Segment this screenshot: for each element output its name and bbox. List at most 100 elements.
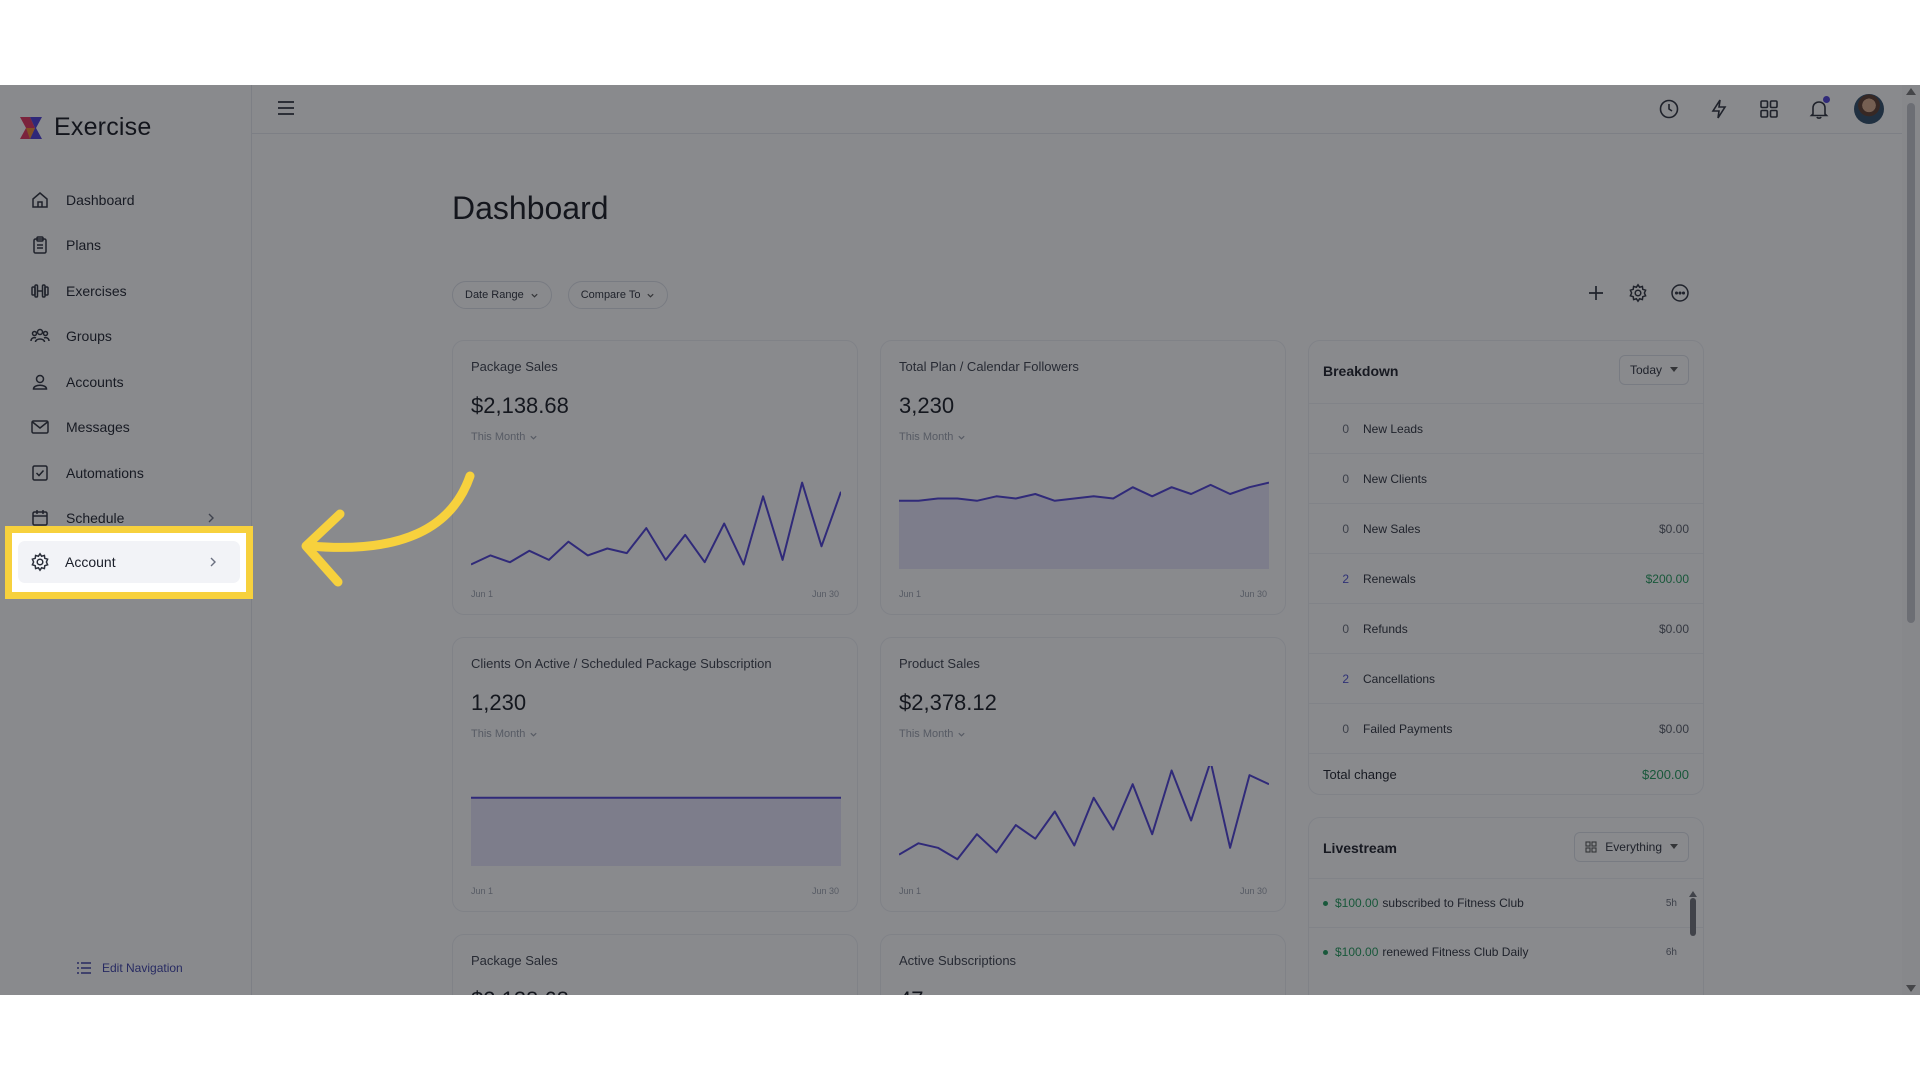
date-range-label: Date Range [465, 289, 524, 301]
sidebar-item-plans[interactable]: Plans [0, 223, 252, 269]
sidebar-nav: Dashboard Plans Exercises Groups Account… [0, 177, 252, 541]
edit-navigation-label: Edit Navigation [102, 961, 183, 975]
x-axis-start-label: Jun 1 [899, 886, 922, 896]
caret-down-icon [1670, 844, 1678, 849]
livestream-item[interactable]: $100.00 subscribed to Fitness Club 5h [1309, 878, 1703, 927]
row-label: Renewals [1363, 571, 1416, 586]
livestream-panel: Livestream Everything $100.00 subscribed… [1308, 817, 1704, 995]
stat-card[interactable]: Product Sales $2,378.12 This Month Jun 1… [880, 637, 1286, 912]
card-value: $2,138.68 [471, 393, 569, 418]
scroll-up-icon [1689, 891, 1697, 897]
breakdown-row[interactable]: 2 Renewals $200.00 [1309, 553, 1703, 603]
breakdown-row[interactable]: 0 Failed Payments $0.00 [1309, 703, 1703, 753]
sidebar-item-groups[interactable]: Groups [0, 314, 252, 360]
quick-actions-button[interactable] [1704, 94, 1734, 124]
dashboard-settings-button[interactable] [1628, 283, 1648, 308]
sidebar-item-automations[interactable]: Automations [0, 450, 252, 496]
row-count: 0 [1342, 421, 1349, 436]
livestream-item[interactable]: $100.00 renewed Fitness Club Daily 6h [1309, 927, 1703, 976]
sparkline-chart [471, 481, 841, 566]
lightning-icon [1711, 99, 1727, 119]
sidebar-item-dashboard[interactable]: Dashboard [0, 177, 252, 223]
user-icon [32, 374, 48, 390]
card-period-selector[interactable]: This Month [899, 728, 966, 740]
livestream-scroll-thumb[interactable] [1690, 898, 1696, 936]
card-period-label: This Month [899, 728, 954, 740]
breakdown-row[interactable]: 0 New Sales $0.00 [1309, 503, 1703, 553]
chevron-down-icon [958, 732, 966, 737]
card-period-selector[interactable]: This Month [471, 728, 538, 740]
x-axis-end-label: Jun 30 [811, 589, 839, 599]
compare-to-filter[interactable]: Compare To [567, 281, 669, 309]
card-period-label: This Month [471, 431, 526, 443]
clipboard-icon [33, 236, 47, 254]
card-value: $2,378.12 [899, 690, 997, 715]
exercise-logo-icon [20, 116, 42, 139]
more-options-button[interactable] [1670, 283, 1690, 308]
compare-to-label: Compare To [580, 289, 641, 301]
chevron-down-icon [958, 435, 966, 440]
card-title: Package Sales [471, 953, 558, 968]
scroll-up-arrow[interactable] [1906, 88, 1916, 95]
chevron-right-icon [208, 513, 214, 522]
user-menu-button[interactable] [1854, 94, 1884, 124]
stat-card[interactable]: Active Subscriptions 47 [880, 934, 1286, 995]
area-chart [471, 796, 841, 866]
notifications-button[interactable] [1804, 94, 1834, 124]
sidebar-item-label: Accounts [66, 373, 124, 390]
sidebar-item-exercises[interactable]: Exercises [0, 268, 252, 314]
row-label: New Clients [1363, 471, 1428, 486]
stat-card[interactable]: Package Sales $2,138.68 [452, 934, 858, 995]
row-label: Cancellations [1363, 671, 1436, 686]
sidebar-item-label: Groups [66, 328, 112, 345]
history-button[interactable] [1654, 94, 1684, 124]
stat-card[interactable]: Package Sales $2,138.68 This Month Jun 1… [452, 340, 858, 615]
scroll-thumb[interactable] [1907, 103, 1915, 623]
livestream-time: 5h [1665, 897, 1677, 909]
highlight-frame [5, 526, 253, 599]
scroll-down-arrow[interactable] [1906, 985, 1916, 992]
breakdown-period-dropdown[interactable]: Today [1618, 355, 1689, 385]
breakdown-row[interactable]: 0 Refunds $0.00 [1309, 603, 1703, 653]
chart-line [471, 481, 841, 566]
card-value: 3,230 [899, 393, 955, 418]
sidebar-item-accounts[interactable]: Accounts [0, 359, 252, 405]
sidebar-item-messages[interactable]: Messages [0, 405, 252, 451]
livestream-text: subscribed to Fitness Club [1382, 896, 1524, 910]
date-range-filter[interactable]: Date Range [452, 281, 552, 309]
chevron-down-icon [530, 435, 538, 440]
breakdown-panel: Breakdown Today 0 New Leads 0 New Clients … [1308, 340, 1704, 795]
chevron-down-icon [531, 293, 538, 298]
livestream-title: Livestream [1323, 840, 1397, 856]
edit-navigation-link[interactable]: Edit Navigation [76, 961, 183, 975]
livestream-filter-dropdown[interactable]: Everything [1574, 832, 1689, 862]
chart-area [899, 482, 1269, 569]
row-label: Refunds [1363, 621, 1408, 636]
stat-card[interactable]: Clients On Active / Scheduled Package Su… [452, 637, 858, 912]
x-axis-start-label: Jun 1 [471, 886, 494, 896]
sparkline-chart [899, 766, 1269, 861]
pointer-arrow-icon [301, 471, 475, 587]
menu-toggle-button[interactable] [276, 99, 296, 122]
card-title: Clients On Active / Scheduled Package Su… [471, 656, 772, 671]
gear-icon [1629, 283, 1647, 303]
row-amount: $200.00 [1645, 571, 1689, 586]
dumbbell-icon [31, 284, 49, 298]
card-period-selector[interactable]: This Month [471, 431, 538, 443]
breakdown-row[interactable]: 2 Cancellations [1309, 653, 1703, 703]
sidebar-item-label: Plans [66, 237, 102, 254]
apps-button[interactable] [1754, 94, 1784, 124]
page-scrollbar[interactable] [1902, 85, 1920, 995]
stat-card[interactable]: Total Plan / Calendar Followers 3,230 Th… [880, 340, 1286, 615]
breakdown-row[interactable]: 0 New Leads [1309, 403, 1703, 453]
add-widget-button[interactable] [1586, 283, 1606, 308]
row-count: 0 [1342, 521, 1349, 536]
breakdown-row[interactable]: 0 New Clients [1309, 453, 1703, 503]
brand[interactable]: Exercise [18, 113, 151, 142]
app-window: Exercise Dashboard Plans Exercises Group… [0, 85, 1920, 995]
filters-bar: Date Range Compare To [452, 281, 669, 309]
card-period-selector[interactable]: This Month [899, 431, 966, 443]
livestream-scrollbar[interactable] [1689, 884, 1697, 936]
list-icon [77, 962, 91, 974]
sidebar-item-label: Automations [66, 464, 144, 481]
